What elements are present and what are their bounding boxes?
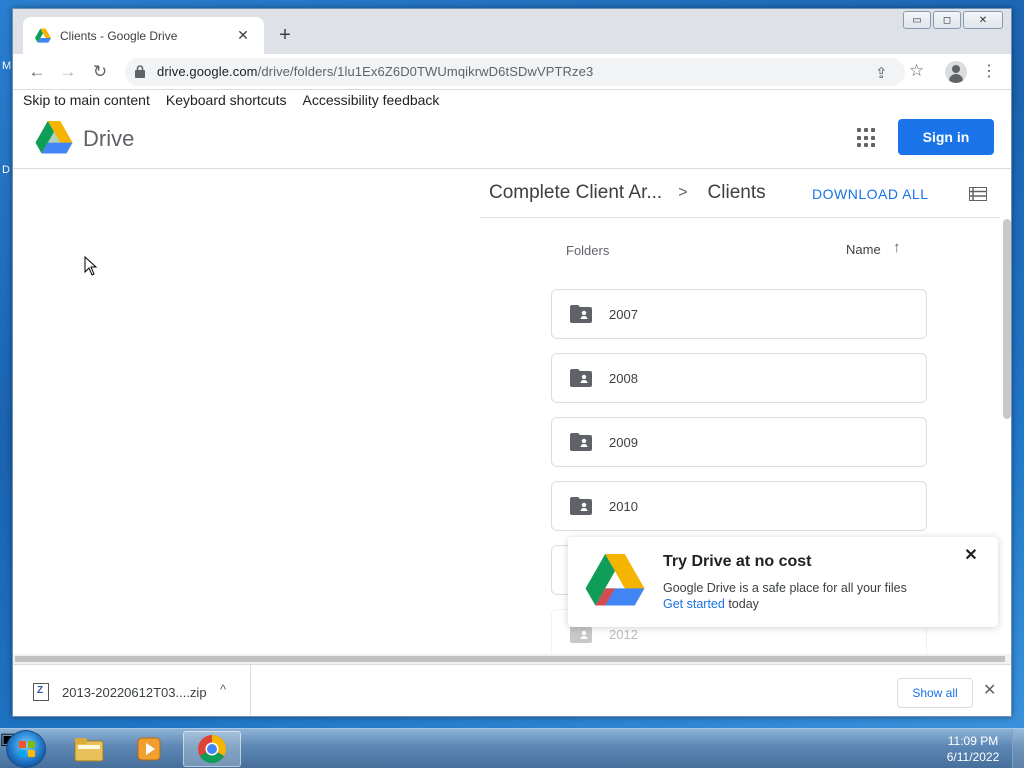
promo-suffix: today — [724, 597, 759, 611]
folder-name: 2008 — [609, 370, 638, 386]
window-controls: ▭ ◻ ✕ — [903, 11, 1003, 29]
keyboard-shortcuts-link[interactable]: Keyboard shortcuts — [166, 92, 287, 108]
show-desktop-button[interactable] — [1012, 729, 1024, 768]
breadcrumb-current[interactable]: Clients — [708, 182, 766, 204]
download-item[interactable]: 2013-20220612T03....zip ^ — [13, 665, 251, 716]
google-drive-logo-icon — [35, 121, 73, 154]
folder-name: 2007 — [609, 306, 638, 322]
folder-name: 2012 — [609, 626, 638, 642]
close-download-shelf-icon[interactable]: ✕ — [983, 680, 996, 700]
desktop-icon-label: M — [2, 60, 12, 72]
google-drive-favicon-icon — [35, 28, 51, 43]
download-all-button[interactable]: DOWNLOAD ALL — [812, 186, 928, 202]
shared-folder-icon — [570, 497, 592, 515]
vertical-scrollbar[interactable] — [1003, 219, 1011, 419]
promo-description: Google Drive is a safe place for all you… — [663, 581, 907, 595]
clock-date: 6/11/2022 — [946, 750, 1000, 764]
list-view-icon[interactable] — [969, 187, 987, 201]
back-button[interactable]: ← — [25, 60, 49, 84]
promo-body: Google Drive is a safe place for all you… — [663, 580, 907, 612]
folder-item[interactable]: 2010 — [551, 481, 927, 531]
download-shelf: 2013-20220612T03....zip ^ Show all ✕ — [13, 664, 1011, 716]
horizontal-scrollbar[interactable] — [13, 654, 1011, 664]
breadcrumb-parent[interactable]: Complete Client Ar... — [489, 182, 662, 204]
breadcrumb-chevron-icon: > — [678, 184, 688, 201]
profile-avatar-icon[interactable] — [945, 61, 967, 83]
mouse-cursor-icon — [84, 256, 98, 276]
close-tab-icon[interactable]: ✕ — [234, 27, 252, 44]
google-apps-icon[interactable] — [857, 128, 877, 148]
clock-time: 11:09 PM — [947, 734, 999, 748]
forward-button[interactable]: → — [56, 60, 80, 84]
try-drive-promo: Try Drive at no cost Google Drive is a s… — [568, 537, 998, 627]
media-player-icon — [137, 737, 161, 761]
url-host: drive.google.com — [157, 64, 258, 79]
sort-ascending-icon[interactable]: ↑ — [893, 239, 901, 256]
accessibility-feedback-link[interactable]: Accessibility feedback — [302, 92, 439, 108]
breadcrumb: Complete Client Ar... > Clients — [489, 182, 766, 204]
start-button[interactable] — [6, 730, 46, 768]
get-started-link[interactable]: Get started — [663, 597, 725, 611]
lock-icon — [135, 65, 145, 78]
browser-toolbar: ← → ↻ drive.google.com/drive/folders/1lu… — [13, 54, 1011, 90]
sign-in-button[interactable]: Sign in — [898, 119, 994, 155]
chrome-icon — [198, 735, 226, 763]
windows-logo-icon — [19, 741, 35, 757]
media-player-taskbar-button[interactable] — [120, 731, 178, 767]
folder-item[interactable]: 2009 — [551, 417, 927, 467]
browser-menu-icon[interactable]: ⋮ — [981, 61, 997, 81]
skip-links: Skip to main content Keyboard shortcuts … — [23, 92, 439, 108]
address-bar[interactable]: drive.google.com/drive/folders/1lu1Ex6Z6… — [125, 58, 905, 86]
drive-header: Drive Sign in — [13, 109, 1011, 169]
bookmark-star-icon[interactable]: ☆ — [909, 61, 924, 81]
promo-title: Try Drive at no cost — [663, 553, 812, 570]
chrome-taskbar-button[interactable] — [183, 731, 241, 767]
scrollbar-thumb[interactable] — [15, 656, 1005, 662]
folder-name: 2009 — [609, 434, 638, 450]
product-name[interactable]: Drive — [83, 126, 134, 152]
new-tab-button[interactable]: + — [273, 23, 297, 47]
folder-item[interactable]: 2007 — [551, 289, 927, 339]
browser-tab-clients[interactable]: Clients - Google Drive ✕ — [23, 17, 264, 54]
url-path: /drive/folders/1lu1Ex6Z6D0TWUmqikrwD6tSD… — [257, 64, 594, 79]
shared-folder-icon — [570, 625, 592, 643]
skip-to-main-link[interactable]: Skip to main content — [23, 92, 150, 108]
share-icon[interactable]: ⇪ — [875, 64, 888, 82]
zip-file-icon — [33, 683, 49, 701]
tab-strip: Clients - Google Drive ✕ + ▭ ◻ ✕ — [13, 9, 1011, 54]
maximize-button[interactable]: ◻ — [933, 11, 961, 29]
chevron-up-icon[interactable]: ^ — [220, 682, 226, 697]
close-window-button[interactable]: ✕ — [963, 11, 1003, 29]
reload-button[interactable]: ↻ — [88, 60, 112, 84]
url-text: drive.google.com/drive/folders/1lu1Ex6Z6… — [157, 64, 593, 79]
system-clock[interactable]: 11:09 PM 6/11/2022 — [946, 733, 1000, 765]
desktop-icon-label: D — [2, 164, 10, 176]
shared-folder-icon — [570, 305, 592, 323]
sort-by-name-button[interactable]: Name — [846, 242, 881, 257]
folders-section-label: Folders — [566, 243, 610, 258]
shared-folder-icon — [570, 369, 592, 387]
show-all-downloads-button[interactable]: Show all — [897, 678, 973, 708]
drive-page: Skip to main content Keyboard shortcuts … — [13, 91, 1011, 654]
taskbar: ▣ 🔊 11:09 PM 6/11/2022 — [0, 728, 1024, 768]
shared-folder-icon — [570, 433, 592, 451]
divider — [480, 217, 1000, 218]
close-promo-icon[interactable]: ✕ — [961, 545, 981, 565]
download-file-name: 2013-20220612T03....zip — [62, 684, 207, 700]
folder-icon — [74, 738, 104, 762]
folder-item[interactable]: 2008 — [551, 353, 927, 403]
google-drive-logo-icon — [585, 554, 645, 606]
file-explorer-taskbar-button[interactable] — [60, 731, 118, 767]
folder-name: 2010 — [609, 498, 638, 514]
minimize-button[interactable]: ▭ — [903, 11, 931, 29]
tab-title: Clients - Google Drive — [60, 28, 178, 43]
browser-window: Clients - Google Drive ✕ + ▭ ◻ ✕ ← → ↻ d… — [12, 8, 1012, 717]
